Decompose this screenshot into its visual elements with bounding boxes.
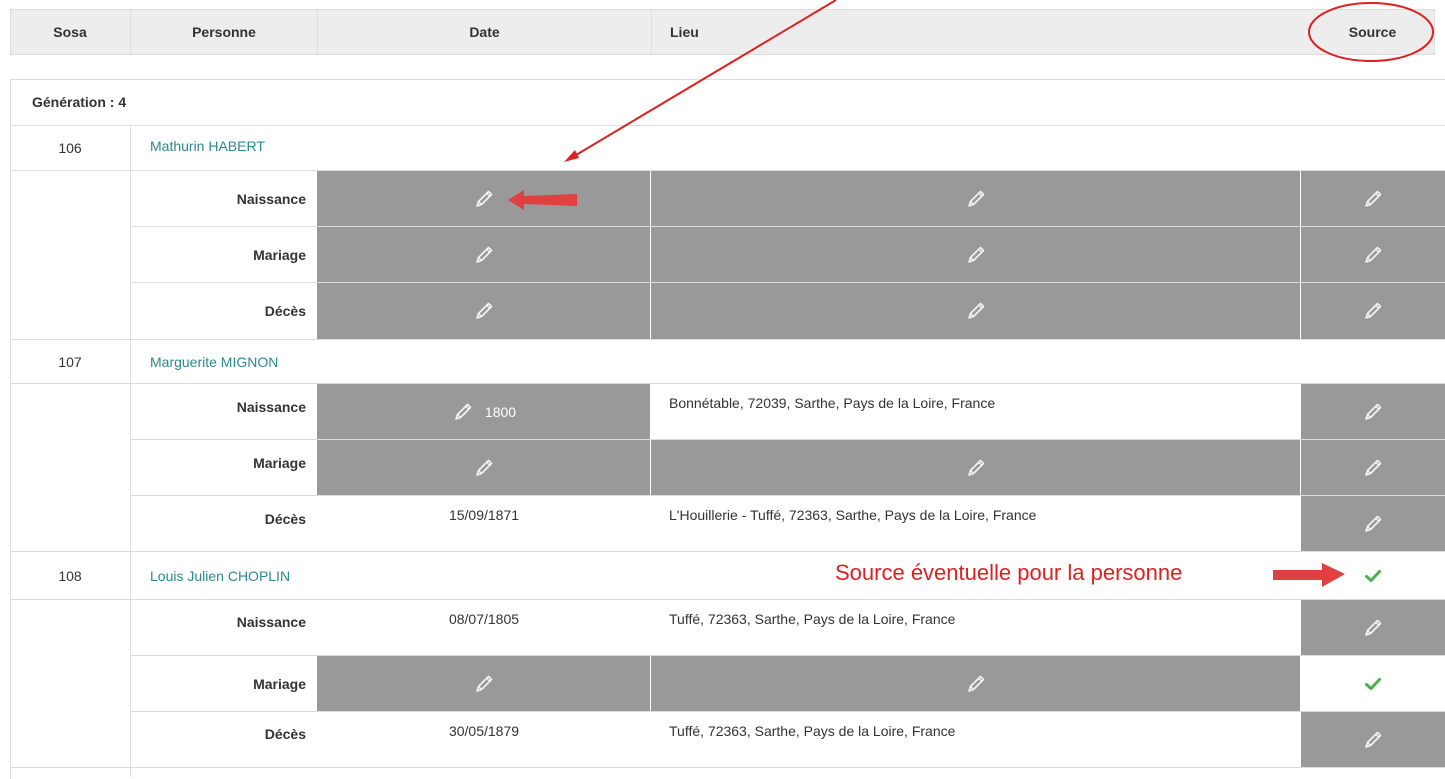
pencil-icon [964, 299, 988, 323]
check-icon[interactable] [1364, 675, 1382, 693]
lieu-value[interactable]: Tuffé, 72363, Sarthe, Pays de la Loire, … [651, 712, 1301, 767]
event-label: Mariage [253, 675, 306, 692]
pencil-icon [1361, 299, 1385, 323]
lieu-value[interactable]: Bonnétable, 72039, Sarthe, Pays de la Lo… [651, 384, 1301, 439]
event-label: Naissance [236, 399, 306, 415]
source-edit-cell[interactable] [1301, 600, 1445, 655]
lieu-value[interactable]: L'Houillerie - Tuffé, 72363, Sarthe, Pay… [651, 496, 1301, 551]
event-label: Décès [264, 726, 306, 742]
source-edit-cell[interactable] [1301, 227, 1445, 282]
sosa-number: 106 [58, 140, 82, 156]
event-label: Naissance [236, 190, 306, 207]
pencil-icon [451, 400, 475, 424]
event-label: Décès [264, 511, 306, 527]
lieu-edit-cell[interactable] [651, 440, 1301, 495]
source-edit-cell[interactable] [1301, 384, 1445, 439]
pencil-icon [1361, 728, 1385, 752]
pencil-icon [964, 187, 988, 211]
event-label: Mariage [253, 455, 306, 471]
person-source-cell[interactable] [1301, 552, 1445, 599]
event-label: Décès [264, 303, 306, 319]
pencil-icon [1361, 456, 1385, 480]
date-value[interactable]: 08/07/1805 [317, 600, 651, 655]
pencil-icon [1361, 187, 1385, 211]
date-edit-cell[interactable] [317, 656, 651, 711]
pencil-icon [1361, 400, 1385, 424]
lieu-value[interactable]: Tuffé, 72363, Sarthe, Pays de la Loire, … [651, 600, 1301, 655]
pencil-icon [964, 243, 988, 267]
header-personne[interactable]: Personne [131, 9, 317, 55]
pencil-icon [472, 456, 496, 480]
pencil-icon [472, 299, 496, 323]
header-lieu[interactable]: Lieu [670, 9, 970, 55]
date-value[interactable]: 15/09/1871 [317, 496, 651, 551]
source-edit-cell[interactable] [1301, 283, 1445, 339]
header-source[interactable]: Source [1300, 9, 1445, 55]
pencil-icon [472, 187, 496, 211]
header-date[interactable]: Date [318, 9, 651, 55]
date-edit-cell[interactable] [317, 283, 651, 339]
pencil-icon [964, 672, 988, 696]
person-link[interactable]: Mathurin HABERT [150, 126, 550, 166]
pencil-icon [964, 456, 988, 480]
event-label: Mariage [253, 246, 306, 263]
date-edit-cell[interactable] [317, 440, 651, 495]
lieu-edit-cell[interactable] [651, 227, 1301, 282]
date-edit-cell[interactable] [317, 171, 651, 226]
sosa-number: 108 [58, 567, 82, 584]
pencil-icon [472, 672, 496, 696]
source-cell[interactable] [1301, 656, 1445, 711]
source-edit-cell[interactable] [1301, 171, 1445, 226]
lieu-edit-cell[interactable] [651, 656, 1301, 711]
date-value: 1800 [484, 403, 517, 420]
check-icon[interactable] [1364, 567, 1382, 585]
lieu-edit-cell[interactable] [651, 171, 1301, 226]
source-edit-cell[interactable] [1301, 712, 1445, 767]
source-edit-cell[interactable] [1301, 440, 1445, 495]
pencil-icon [1361, 616, 1385, 640]
date-edit-cell[interactable]: 1800 [317, 384, 651, 439]
pencil-icon [472, 243, 496, 267]
sosa-number: 107 [58, 353, 82, 370]
person-link[interactable]: Marguerite MIGNON [150, 340, 550, 383]
date-edit-cell[interactable] [317, 227, 651, 282]
date-value[interactable]: 30/05/1879 [317, 712, 651, 767]
person-link[interactable]: Louis Julien CHOPLIN [150, 552, 550, 599]
header-sosa[interactable]: Sosa [10, 9, 130, 55]
event-label: Naissance [236, 614, 306, 630]
source-edit-cell[interactable] [1301, 496, 1445, 551]
row-divider [10, 767, 1445, 768]
lieu-edit-cell[interactable] [651, 283, 1301, 339]
pencil-icon [1361, 512, 1385, 536]
header-divider [651, 9, 652, 55]
generation-heading: Génération : 4 [10, 79, 1445, 126]
pencil-icon [1361, 243, 1385, 267]
annotation-text: Source éventuelle pour la personne [835, 560, 1183, 585]
